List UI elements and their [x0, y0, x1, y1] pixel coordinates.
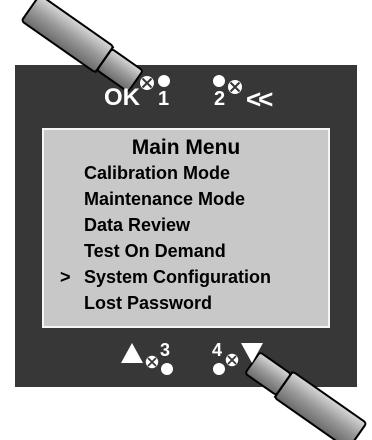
up-button[interactable]: 3 [120, 336, 190, 380]
dot-icon [158, 75, 170, 87]
ok-label: OK [104, 84, 140, 111]
magnet-target-icon [225, 353, 239, 367]
ok-button[interactable]: OK 1 [104, 74, 184, 114]
magnet-target-icon [145, 355, 159, 369]
menu-item-data-review[interactable]: Data Review [84, 214, 190, 236]
back-label: << [246, 84, 273, 114]
menu-item-system-configuration[interactable]: System Configuration [84, 266, 271, 288]
up-arrow-icon [121, 343, 143, 363]
down-number: 4 [212, 340, 223, 360]
dot-icon [161, 363, 173, 375]
magnet-target-icon [140, 76, 154, 90]
lcd-screen: Main Menu Calibration Mode Maintenance M… [42, 128, 330, 328]
magnet-target-icon [228, 80, 242, 94]
back-button[interactable]: 2 << [212, 74, 292, 114]
dot-icon [213, 75, 225, 87]
menu-item-maintenance[interactable]: Maintenance Mode [84, 188, 245, 210]
up-number: 3 [160, 340, 171, 360]
menu-item-lost-password[interactable]: Lost Password [84, 292, 212, 314]
back-number: 2 [214, 88, 226, 110]
selection-cursor: > [60, 267, 71, 287]
menu-item-test-on-demand[interactable]: Test On Demand [84, 240, 226, 262]
down-arrow-icon [241, 343, 263, 363]
down-button[interactable]: 4 [212, 336, 278, 380]
ok-number: 1 [158, 88, 170, 110]
menu-item-calibration[interactable]: Calibration Mode [84, 162, 230, 184]
menu-title: Main Menu [131, 136, 241, 159]
